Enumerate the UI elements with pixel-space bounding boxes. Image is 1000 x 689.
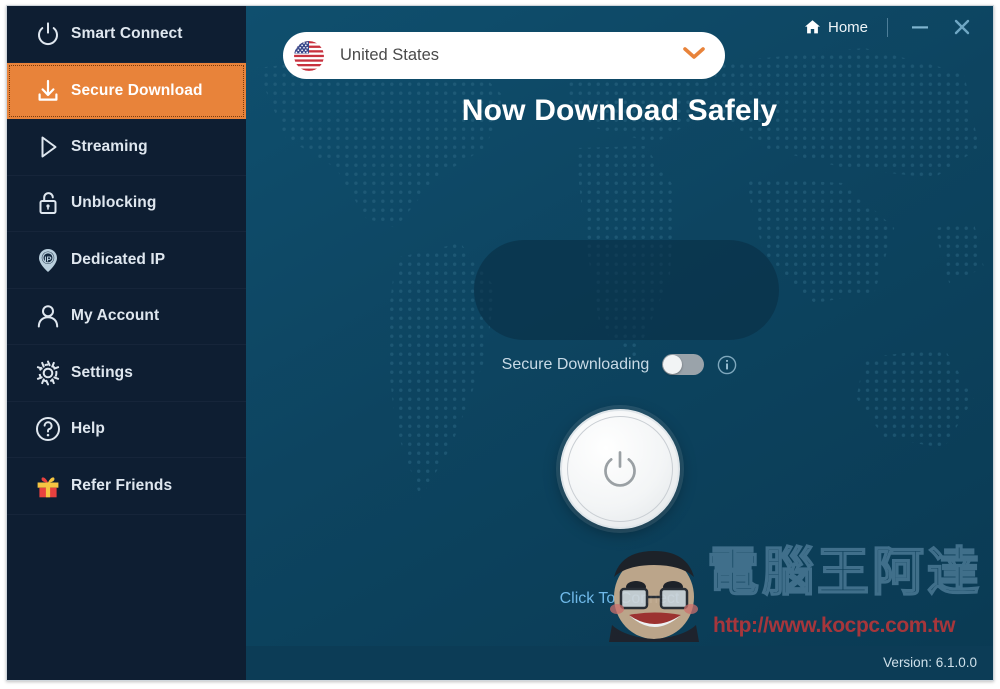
app-root: Home Secure Download Now Download Safe (0, 0, 1000, 689)
power-icon (25, 20, 71, 48)
sidebar-item-my-account[interactable]: My Account (7, 289, 246, 345)
home-icon (804, 20, 820, 34)
main-content: Home Secure Download Now Download Safe (246, 6, 993, 680)
connect-button-wrapper (246, 409, 993, 529)
version-label: Version: 6.1.0.0 (883, 655, 977, 670)
home-label: Home (827, 18, 868, 36)
sidebar-item-label: Dedicated IP (71, 250, 166, 268)
info-icon[interactable] (717, 355, 737, 375)
secure-downloading-toggle[interactable] (662, 354, 705, 375)
sidebar-item-refer-friends[interactable]: Refer Friends (7, 458, 246, 515)
status-bar-sidebar-cover (7, 646, 246, 680)
play-icon (25, 133, 71, 161)
power-icon (603, 451, 636, 487)
download-icon (25, 77, 71, 105)
sidebar-item-label: Refer Friends (71, 476, 173, 494)
click-to-connect-link[interactable]: Click To Connect (560, 590, 680, 607)
sidebar-item-unblocking[interactable]: Unblocking (7, 176, 246, 232)
secure-downloading-label: Secure Downloading (501, 355, 650, 373)
app-window: Home Secure Download Now Download Safe (6, 5, 994, 681)
sidebar-item-label: Streaming (71, 137, 148, 155)
server-select-panel (474, 240, 779, 340)
sidebar-item-label: Settings (71, 363, 133, 381)
unlock-icon (25, 189, 71, 217)
close-icon (954, 19, 970, 35)
sidebar-item-label: Smart Connect (71, 24, 183, 42)
secure-downloading-row: Secure Downloading (246, 354, 993, 375)
sidebar-item-help[interactable]: Help (7, 402, 246, 458)
sidebar-item-label: Unblocking (71, 194, 157, 212)
ip-pin-icon: IP (25, 246, 71, 274)
sidebar-item-dedicated-ip[interactable]: IP Dedicated IP (7, 232, 246, 289)
connect-power-button[interactable] (559, 409, 680, 529)
sidebar-item-label: Help (71, 420, 105, 438)
sidebar-item-label: Secure Download (71, 81, 203, 99)
sidebar-item-smart-connect[interactable]: Smart Connect (7, 6, 246, 63)
toggle-knob (663, 355, 683, 374)
sidebar-item-label: My Account (71, 307, 160, 325)
chevron-down-icon[interactable] (681, 45, 707, 66)
gift-icon (25, 472, 71, 500)
gear-icon (25, 359, 71, 387)
sidebar-item-streaming[interactable]: Streaming (7, 119, 246, 176)
window-titlebar: Home (246, 6, 993, 48)
sidebar-item-settings[interactable]: Settings (7, 345, 246, 402)
user-icon (25, 302, 71, 330)
selected-country-label: United States (340, 46, 440, 64)
question-icon (25, 415, 71, 443)
sidebar-item-secure-download[interactable]: Secure Download (7, 62, 246, 119)
page-title: Now Download Safely (461, 94, 778, 127)
minimize-icon (912, 26, 928, 29)
titlebar-divider (887, 17, 888, 37)
svg-text:IP: IP (44, 254, 51, 263)
watermark-url: http://www.kocpc.com.tw (713, 614, 956, 637)
click-to-connect-row: Click To Connect (246, 590, 993, 608)
minimize-button[interactable] (905, 14, 935, 40)
close-button[interactable] (947, 14, 977, 40)
sidebar-nav: Smart Connect Secure Download Streaming … (7, 6, 246, 680)
home-button[interactable]: Home (804, 19, 868, 36)
